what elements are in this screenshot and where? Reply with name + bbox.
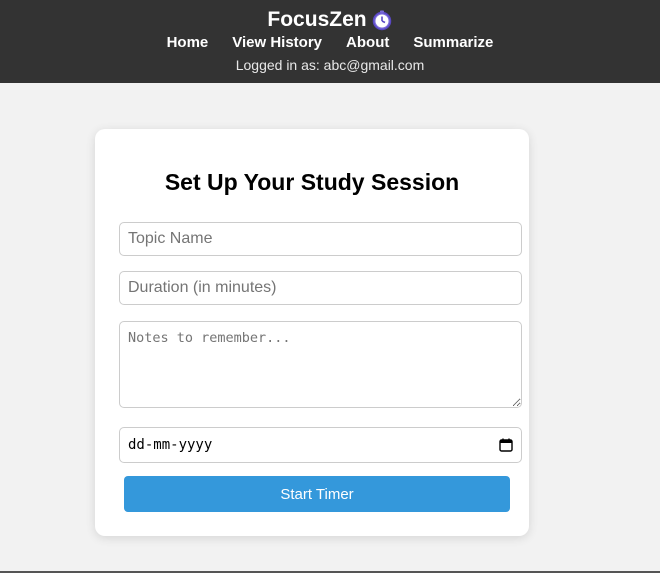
brand-name: FocusZen — [267, 8, 367, 31]
notes-textarea[interactable] — [119, 321, 522, 408]
topic-name-input[interactable] — [119, 222, 522, 256]
date-input-value: dd-mm-yyyy — [128, 437, 213, 453]
alarm-clock-icon — [371, 9, 393, 31]
date-input[interactable]: dd-mm-yyyy — [119, 427, 522, 463]
brand: FocusZen — [0, 8, 660, 32]
session-setup-card: Set Up Your Study Session dd-mm-yyyy Sta… — [95, 129, 529, 536]
logged-in-status: Logged in as: abc@gmail.com — [235, 57, 425, 73]
duration-input[interactable] — [119, 271, 522, 305]
nav-home-link[interactable]: Home — [167, 34, 209, 52]
nav-summarize-link[interactable]: Summarize — [413, 34, 493, 52]
form-title: Set Up Your Study Session — [164, 169, 460, 195]
start-timer-button[interactable]: Start Timer — [124, 476, 510, 512]
top-header: FocusZen Home View History About Summari… — [0, 0, 660, 83]
main-nav: Home View History About Summarize — [0, 34, 660, 52]
nav-view-history-link[interactable]: View History — [232, 34, 322, 52]
calendar-icon[interactable] — [499, 438, 513, 452]
nav-about-link[interactable]: About — [346, 34, 389, 52]
